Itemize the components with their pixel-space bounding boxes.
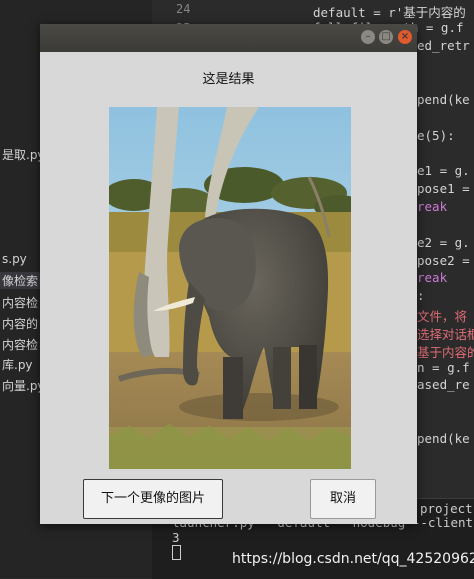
file-item[interactable]: 内容的: [2, 315, 38, 332]
file-item[interactable]: s.py: [2, 252, 27, 266]
code-line: e2 = g.: [417, 235, 470, 250]
next-similar-image-button[interactable]: 下一个更像的图片: [83, 479, 223, 519]
code-line: ed_retr: [417, 38, 470, 53]
elephant-photo: [109, 107, 351, 469]
code-line-string: 文件，将: [417, 309, 468, 324]
code-line: pend(ke: [417, 431, 470, 446]
file-item[interactable]: 是取.py: [2, 146, 45, 163]
code-line: e(5):: [417, 128, 455, 143]
cancel-button[interactable]: 取消: [310, 479, 376, 519]
code-line-string: 基于内容的: [417, 345, 474, 360]
terminal-line: 3: [172, 530, 180, 545]
code-line: ased_re: [417, 377, 470, 392]
code-line: pose2 =: [417, 253, 470, 268]
result-title: 这是结果: [202, 72, 255, 87]
code-line: default = r'基于内容的: [313, 5, 466, 20]
terminal-cursor: [172, 545, 181, 560]
watermark-url: https://blog.csdn.net/qq_42520962: [232, 551, 474, 567]
minimize-icon[interactable]: –: [361, 30, 375, 44]
maximize-icon[interactable]: □: [379, 30, 393, 44]
close-icon[interactable]: ×: [398, 30, 412, 44]
file-item[interactable]: 向量.py: [2, 377, 45, 394]
elephant-photo-graphic: [109, 107, 351, 469]
code-line: e1 = g.: [417, 163, 470, 178]
file-item[interactable]: 库.py: [2, 356, 33, 373]
result-dialog: – □ × 这是结果 下一个更像的图片 取消: [40, 24, 417, 524]
code-line: n = g.f: [417, 360, 470, 375]
code-line-keyword: reak: [417, 199, 448, 214]
code-line-keyword: reak: [417, 270, 448, 285]
file-item[interactable]: 内容检: [2, 294, 38, 311]
code-line: pend(ke: [417, 92, 470, 107]
code-line-string: 选择对话框: [417, 327, 474, 342]
dialog-titlebar[interactable]: – □ ×: [40, 24, 417, 52]
code-line: pose1 =: [417, 181, 470, 196]
terminal-line: project: [420, 501, 473, 516]
line-number: 24: [176, 2, 191, 16]
file-item[interactable]: 内容检: [2, 336, 38, 353]
code-line: :: [417, 288, 425, 303]
